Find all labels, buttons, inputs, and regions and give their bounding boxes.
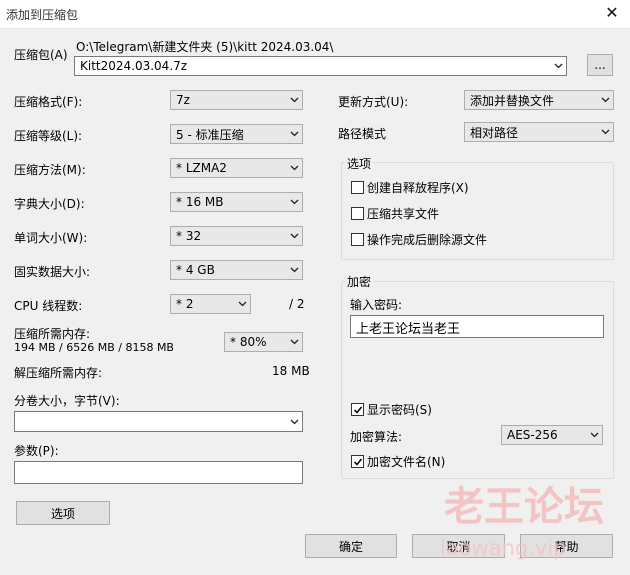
- encrypt-names-label: 加密文件名(N): [367, 455, 446, 469]
- chevron-down-icon: [597, 91, 613, 109]
- archive-label: 压缩包(A): [14, 48, 68, 62]
- dict-value: * 16 MB: [176, 195, 224, 209]
- mem-decomp-label: 解压缩所需内存:: [14, 366, 103, 380]
- solid-select[interactable]: * 4 GB: [170, 260, 303, 280]
- chevron-down-icon: [286, 125, 302, 143]
- chevron-down-icon: [286, 227, 302, 245]
- chevron-down-icon: [597, 123, 613, 141]
- password-input[interactable]: 上老王论坛当老王: [350, 315, 604, 338]
- level-value: 5 - 标准压缩: [176, 127, 244, 142]
- sfx-checkbox[interactable]: [351, 181, 364, 194]
- checkmark-icon: [353, 458, 362, 466]
- password-label: 输入密码:: [350, 298, 403, 312]
- mem-comp-label: 压缩所需内存:: [14, 327, 91, 341]
- chevron-down-icon: [234, 295, 250, 313]
- checkmark-icon: [353, 406, 362, 414]
- solid-label: 固实数据大小:: [14, 265, 91, 279]
- enc-method-value: AES-256: [507, 428, 558, 442]
- options-button[interactable]: 选项: [16, 501, 110, 525]
- update-label: 更新方式(U):: [338, 95, 409, 109]
- params-label: 参数(P):: [14, 444, 59, 458]
- mem-decomp-value: 18 MB: [272, 364, 310, 378]
- sfx-label: 创建自释放程序(X): [367, 181, 469, 195]
- method-value: * LZMA2: [176, 161, 227, 175]
- encrypt-names-checkbox[interactable]: [351, 455, 364, 468]
- level-select[interactable]: 5 - 标准压缩: [170, 124, 303, 144]
- mem-comp-detail: 194 MB / 6526 MB / 8158 MB: [14, 341, 174, 354]
- chevron-down-icon: [286, 261, 302, 279]
- word-label: 单词大小(W):: [14, 231, 88, 245]
- archive-path: O:\Telegram\新建文件夹 (5)\kitt 2024.03.04\: [76, 40, 334, 54]
- threads-value: * 2: [176, 297, 194, 311]
- chevron-down-icon: [550, 57, 566, 75]
- update-value: 添加并替换文件: [470, 93, 555, 108]
- chevron-down-icon: [286, 91, 302, 109]
- mem-comp-select[interactable]: * 80%: [224, 332, 303, 352]
- chevron-down-icon: [286, 333, 302, 351]
- threads-label: CPU 线程数:: [14, 299, 83, 313]
- threads-max: / 2: [289, 297, 305, 311]
- ok-button[interactable]: 确定: [305, 534, 397, 558]
- solid-value: * 4 GB: [176, 263, 215, 277]
- pathmode-label: 路径模式: [338, 127, 387, 141]
- mem-comp-value: * 80%: [230, 335, 267, 349]
- show-password-checkbox[interactable]: [351, 403, 364, 416]
- show-password-label: 显示密码(S): [367, 403, 432, 417]
- pathmode-value: 相对路径: [470, 125, 519, 140]
- title-bar: 添加到压缩包 ✕: [0, 0, 630, 29]
- enc-method-label: 加密算法:: [350, 430, 403, 444]
- delete-source-checkbox[interactable]: [351, 233, 364, 246]
- threads-select[interactable]: * 2: [170, 294, 251, 314]
- format-value: 7z: [176, 93, 190, 107]
- enc-method-select[interactable]: AES-256: [501, 425, 603, 445]
- browse-button[interactable]: ...: [587, 54, 613, 76]
- watermark-title: 老王论坛: [444, 484, 604, 530]
- pathmode-select[interactable]: 相对路径: [464, 122, 614, 142]
- word-select[interactable]: * 32: [170, 226, 303, 246]
- params-input[interactable]: [14, 461, 303, 484]
- format-select[interactable]: 7z: [170, 90, 303, 110]
- chevron-down-icon: [286, 412, 302, 431]
- archive-filename-combo[interactable]: Kitt2024.03.04.7z: [74, 56, 567, 76]
- volume-combo[interactable]: [14, 411, 303, 432]
- dict-select[interactable]: * 16 MB: [170, 192, 303, 212]
- watermark-url: laowang.vip: [440, 536, 567, 560]
- close-icon[interactable]: ✕: [602, 2, 622, 24]
- options-group-title: 选项: [345, 155, 374, 172]
- method-select[interactable]: * LZMA2: [170, 158, 303, 178]
- level-label: 压缩等级(L):: [14, 129, 83, 143]
- chevron-down-icon: [286, 193, 302, 211]
- chevron-down-icon: [286, 159, 302, 177]
- method-label: 压缩方法(M):: [14, 163, 86, 177]
- format-label: 压缩格式(F):: [14, 95, 83, 109]
- word-value: * 32: [176, 229, 202, 243]
- encryption-group-title: 加密: [345, 273, 374, 290]
- chevron-down-icon: [586, 426, 602, 444]
- delete-source-label: 操作完成后删除源文件: [367, 233, 488, 247]
- shared-label: 压缩共享文件: [367, 207, 440, 221]
- update-select[interactable]: 添加并替换文件: [464, 90, 614, 110]
- shared-checkbox[interactable]: [351, 207, 364, 220]
- dict-label: 字典大小(D):: [14, 197, 85, 211]
- archive-filename: Kitt2024.03.04.7z: [80, 59, 188, 73]
- window-title: 添加到压缩包: [6, 8, 79, 22]
- volume-label: 分卷大小，字节(V):: [14, 394, 120, 408]
